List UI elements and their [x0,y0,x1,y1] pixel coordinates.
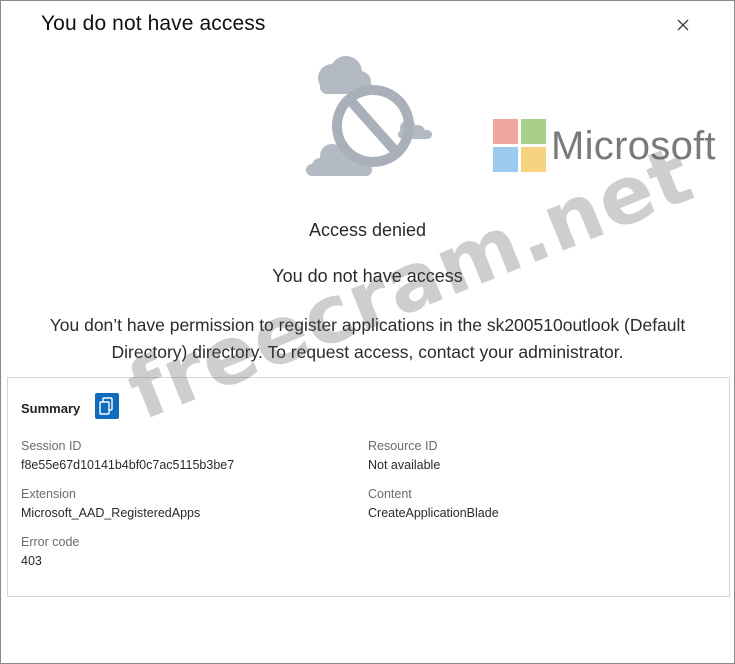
message-line-1: You don’t have permission to register ap… [49,315,686,335]
resource-id-value: Not available [368,458,441,472]
extension-label: Extension [21,487,76,501]
permission-message: You don’t have permission to register ap… [0,312,735,366]
copy-button[interactable] [95,393,119,419]
session-id-value: f8e55e67d10141b4bf0c7ac5115b3be7 [21,458,235,472]
error-code-value: 403 [21,554,42,568]
resource-id-label: Resource ID [368,439,438,453]
microsoft-wordmark: Microsoft [551,124,716,168]
blocked-cloud-icon [306,56,432,176]
summary-panel: Summary Session ID f8e55e67d10141b4bf0c7… [7,377,730,597]
extension-value: Microsoft_AAD_RegisteredApps [21,506,201,520]
microsoft-logo: Microsoft [493,119,733,173]
content-label: Content [368,487,412,501]
dialog-title: You do not have access [41,12,266,35]
message-line-2: Directory) directory. To request access,… [111,342,624,362]
access-denied-heading: Access denied [308,220,427,240]
no-access-subheading: You do not have access [272,266,463,286]
session-id-label: Session ID [21,439,82,453]
close-button[interactable] [671,13,695,37]
content-value: CreateApplicationBlade [368,506,499,520]
error-code-label: Error code [21,535,80,549]
summary-title: Summary [21,401,81,416]
microsoft-grid-icon [493,119,546,172]
close-icon [677,19,689,31]
copy-icon [99,397,113,415]
